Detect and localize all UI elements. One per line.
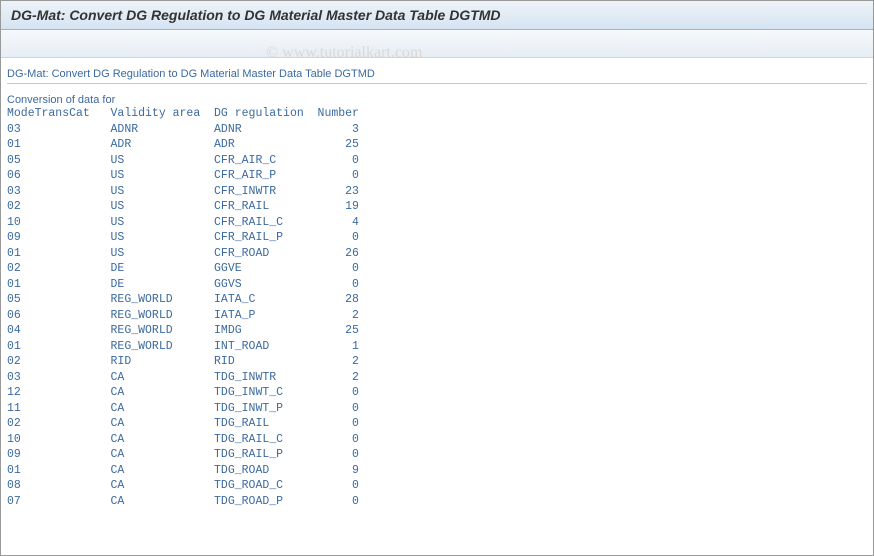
window-title: DG-Mat: Convert DG Regulation to DG Mate… — [11, 7, 863, 23]
content-area: DG-Mat: Convert DG Regulation to DG Mate… — [1, 58, 873, 519]
page-subtitle: DG-Mat: Convert DG Regulation to DG Mate… — [7, 68, 867, 84]
section-label: Conversion of data for — [7, 94, 867, 106]
toolbar: © www.tutorialkart.com — [1, 30, 873, 58]
title-bar: DG-Mat: Convert DG Regulation to DG Mate… — [1, 1, 873, 30]
data-table: 03 ADNR ADNR 3 01 ADR ADR 25 05 US CFR_A… — [7, 122, 867, 510]
table-header: ModeTransCat Validity area DG regulation… — [7, 106, 867, 122]
